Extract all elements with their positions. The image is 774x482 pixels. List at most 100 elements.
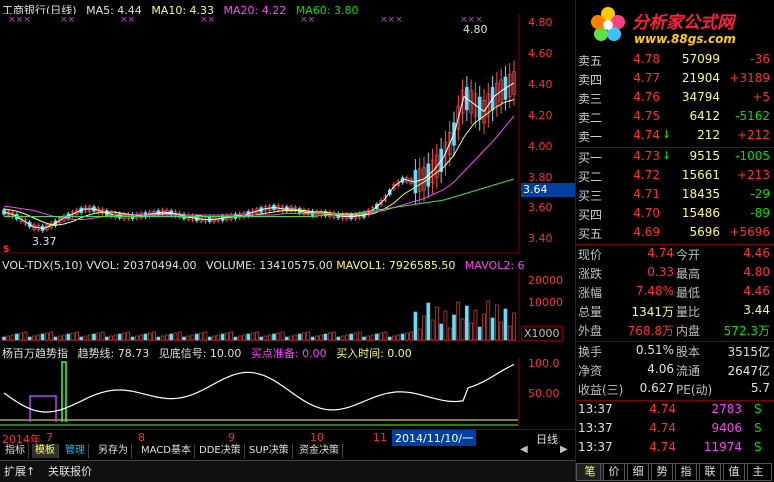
volume-bar — [366, 335, 371, 341]
related-quote-button[interactable]: 关联报价 — [48, 463, 92, 479]
volume-bar — [246, 333, 251, 341]
volume-bar — [319, 334, 323, 341]
sell2-row[interactable]: 卖二 4.75 6412 -5162 — [576, 109, 772, 128]
buy4-row[interactable]: 买四 4.70 15486 -89 — [576, 206, 772, 225]
volume-bar — [92, 333, 96, 341]
mavol1-readout: MAVOL1: 7926585.50 — [336, 259, 456, 272]
tab-macd[interactable]: MACD基本 — [138, 444, 195, 458]
price-tick: 4.80 — [528, 16, 553, 29]
tab-zhu[interactable]: 主 — [744, 463, 772, 481]
tab-fund[interactable]: 资金决策 — [296, 444, 343, 458]
price-tick: 4.40 — [528, 78, 553, 91]
buy1-row[interactable]: 买一 4.73 ↓ 9515 -1005 — [576, 149, 772, 168]
price-tick: 3.40 — [528, 232, 553, 245]
sell-signal-marker: S — [3, 245, 10, 255]
volume-bar — [490, 317, 495, 341]
volume-bar — [139, 334, 143, 341]
price-chart[interactable]: ××× ×× ×× ×× ×× ××× ××× — [0, 14, 520, 254]
sell1-row[interactable]: 卖一 4.74 ↓ 212 +212 — [576, 128, 772, 147]
volume-bar — [379, 332, 383, 341]
tick-row[interactable]: 13:37 4.74 9406 S — [576, 421, 772, 440]
volume-bar — [165, 334, 169, 341]
tick-row[interactable]: 13:37 4.74 11974 S — [576, 440, 772, 459]
volume-bar — [109, 335, 113, 341]
volume-bars-layer — [2, 300, 516, 341]
logo: 分析家公式网 www.88gs.com — [590, 0, 774, 52]
buy2-row[interactable]: 买二 4.72 15661 +213 — [576, 168, 772, 187]
expand-button[interactable]: 扩展↑ — [4, 463, 35, 479]
volume-bar — [229, 331, 233, 341]
price-tick: 4.00 — [528, 140, 553, 153]
volume-bar — [297, 333, 302, 341]
volume-bar — [413, 311, 418, 341]
sell5-row[interactable]: 卖五 4.78 57099 -36 — [576, 52, 772, 71]
tab-template[interactable]: 模板 — [32, 444, 59, 458]
flower-logo-icon — [591, 7, 625, 41]
tab-save-as[interactable]: 另存为 — [95, 444, 132, 458]
volume-bar — [332, 331, 336, 341]
volume-bar — [113, 334, 118, 341]
indicator-chart[interactable] — [0, 358, 520, 428]
volume-bar — [503, 308, 508, 341]
volume-bar — [199, 332, 203, 341]
volume-bar — [499, 321, 503, 341]
tab-sup[interactable]: SUP决策 — [246, 444, 293, 458]
svg-text:××: ×× — [120, 15, 135, 25]
volume-bar — [255, 331, 259, 341]
time-axis: 2014年 7 8 9 10 11 2014/11/10/一 日线 — [0, 429, 575, 447]
tick-row[interactable]: 13:37 4.74 2783 S — [576, 402, 772, 421]
volume-bar — [190, 334, 195, 341]
tab-scroll-left[interactable]: ◀ — [520, 444, 528, 455]
volume-bar — [400, 333, 405, 341]
volume-bar — [173, 332, 178, 341]
volume-bar — [507, 325, 512, 341]
volume-bar — [212, 335, 216, 341]
ind-tick: 50.00 — [528, 387, 560, 400]
volume-bar — [383, 331, 388, 341]
volume-bar — [143, 333, 148, 341]
tab-scroll-right[interactable]: ▶ — [560, 444, 568, 455]
down-arrow-icon: ↓ — [662, 128, 672, 141]
sell3-row[interactable]: 卖三 4.76 34794 +5 — [576, 90, 772, 109]
buy3-row[interactable]: 买三 4.71 18435 -29 — [576, 187, 772, 206]
volume-bar — [220, 333, 225, 341]
volume-bar — [6, 335, 11, 341]
volume-bar — [267, 334, 272, 341]
volume-bar — [272, 333, 276, 341]
volume-bar — [122, 332, 126, 341]
volume-bar — [469, 322, 473, 341]
volume-bar — [447, 327, 452, 341]
volume-bar — [482, 313, 486, 341]
volume-chart[interactable] — [0, 272, 520, 342]
volume-bar — [169, 333, 173, 341]
svg-text:××: ×× — [60, 15, 75, 25]
tab-manage[interactable]: 管理 — [62, 444, 89, 458]
down-arrow-icon: ↓ — [662, 149, 672, 162]
current-price: 4.74 — [647, 246, 674, 260]
volume-bar — [345, 334, 349, 341]
volume-bar — [19, 332, 23, 341]
volume-bar — [216, 334, 221, 341]
svg-text:××: ×× — [300, 15, 315, 25]
volume-bar — [409, 331, 413, 341]
volume-bar — [430, 319, 435, 341]
tab-dde[interactable]: DDE决策 — [196, 444, 245, 458]
volume-header: VOL-TDX(5,10) VVOL: 20370494.00 VOLUME: … — [2, 259, 525, 272]
tab-indicator[interactable]: 指标 — [2, 444, 29, 458]
high-annotation: 4.80 — [463, 23, 488, 36]
volume-bar — [276, 332, 281, 341]
volume-bar — [156, 336, 161, 341]
volume-bar — [15, 333, 19, 341]
sell4-row[interactable]: 卖四 4.77 21904 +3189 — [576, 71, 772, 90]
volume-bar — [460, 318, 465, 341]
volume-bar — [207, 336, 212, 341]
month-label: 11 — [373, 431, 387, 444]
buy5-row[interactable]: 买五 4.69 5696 +5696 — [576, 225, 772, 244]
vol-tick: 10000 — [528, 296, 563, 309]
volume-readout: VOLUME: 13410575.00 — [206, 259, 333, 272]
volume-bar — [405, 332, 409, 341]
volume-bar — [370, 334, 375, 341]
volume-bar — [375, 333, 379, 341]
period-label[interactable]: 日线 — [536, 431, 558, 447]
volume-bar — [186, 335, 191, 341]
